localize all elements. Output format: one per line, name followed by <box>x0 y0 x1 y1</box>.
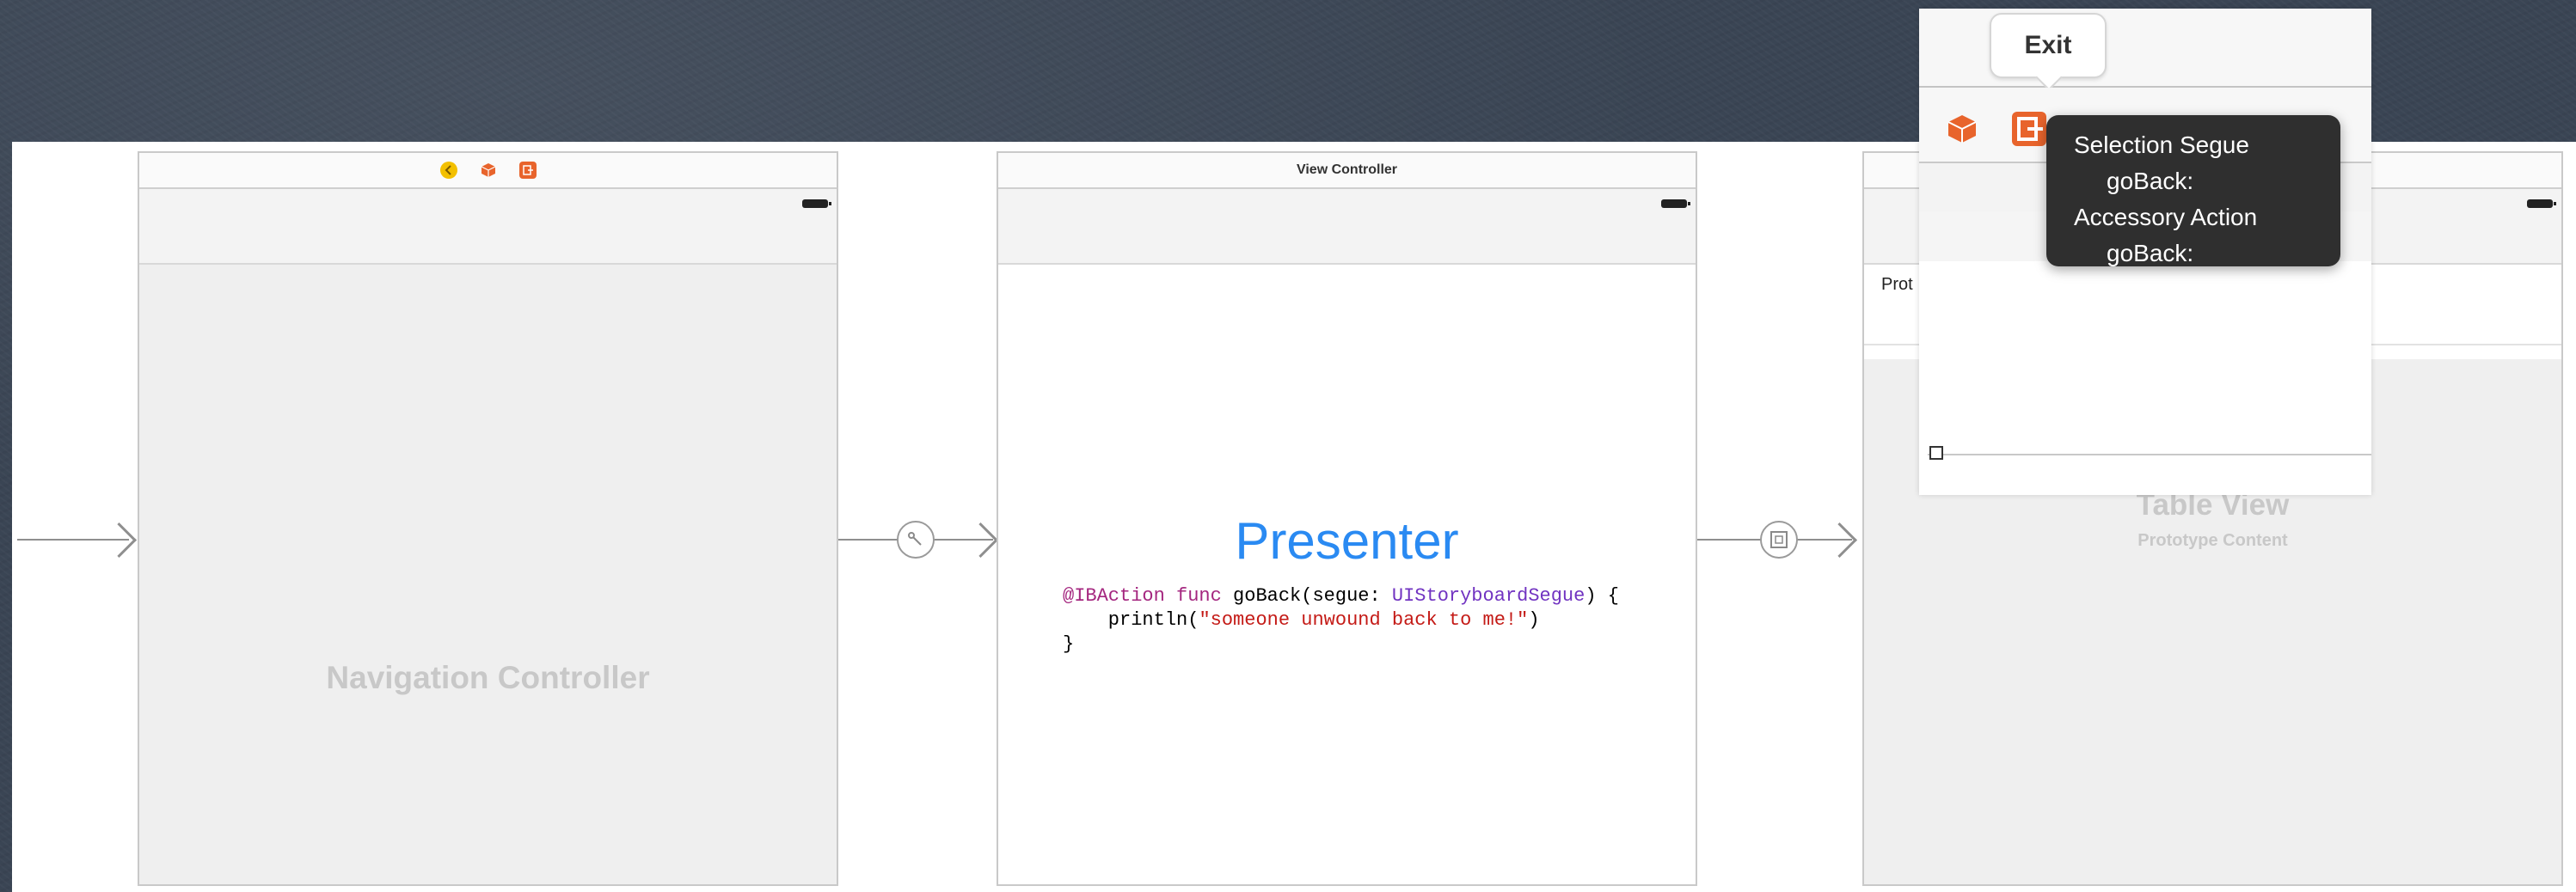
menu-item-goback-accessory[interactable]: goBack: <box>2046 235 2340 272</box>
back-icon[interactable] <box>439 162 457 179</box>
cube-icon[interactable] <box>480 162 497 179</box>
code-function: goBack(segue: <box>1233 585 1381 607</box>
scene-dock <box>139 153 837 189</box>
code-type: UIStoryboardSegue <box>1391 585 1585 607</box>
navigation-bar <box>998 189 1696 265</box>
exit-icon[interactable] <box>2012 112 2046 146</box>
scene-title: View Controller <box>1296 162 1398 177</box>
table-view-sublabel: Prototype Content <box>2137 531 2288 550</box>
zoom-top-bar: Exit <box>1919 9 2371 88</box>
code-text: } <box>1063 633 1075 655</box>
code-string: "someone unwound back to me!" <box>1199 609 1529 631</box>
zoom-table-separator <box>1928 454 2371 455</box>
navigation-controller-scene[interactable]: Navigation Controller <box>138 151 838 886</box>
exit-icon[interactable] <box>518 162 537 179</box>
code-text: println( <box>1063 609 1199 631</box>
code-keyword: func <box>1176 585 1222 607</box>
unwind-code-snippet: @IBAction func goBack(segue: UIStoryboar… <box>1063 584 1619 657</box>
view-controller-body <box>998 265 1696 884</box>
relationship-segue-icon[interactable] <box>1760 521 1798 559</box>
menu-item-selection-segue: Selection Segue <box>2074 131 2249 158</box>
push-segue-icon[interactable] <box>897 521 935 559</box>
menu-item-goback-selection[interactable]: goBack: <box>2046 163 2340 199</box>
navigation-bar <box>139 189 837 265</box>
code-keyword: @IBAction <box>1063 585 1165 607</box>
scene-title-bar: View Controller <box>998 153 1696 189</box>
resize-handle[interactable] <box>1929 446 1943 460</box>
battery-icon <box>1661 199 1690 208</box>
navigation-controller-body: Navigation Controller <box>139 265 837 884</box>
battery-icon <box>2527 199 2556 208</box>
navigation-controller-label: Navigation Controller <box>326 660 650 695</box>
cube-icon[interactable] <box>1945 112 1979 146</box>
zoomed-dock-panel: Exit Selection Segue goBack: Accessory A… <box>1919 9 2371 495</box>
code-text: ) <box>1528 609 1540 631</box>
exit-tooltip: Exit <box>1990 13 2107 78</box>
code-text: ) { <box>1585 585 1619 607</box>
battery-icon <box>802 199 831 208</box>
exit-action-menu: Selection Segue goBack: Accessory Action… <box>2046 115 2340 266</box>
presenter-label: Presenter <box>1235 512 1459 570</box>
menu-item-accessory-action: Accessory Action <box>2074 204 2258 230</box>
prototype-cells-label: Prot <box>1881 275 1913 294</box>
